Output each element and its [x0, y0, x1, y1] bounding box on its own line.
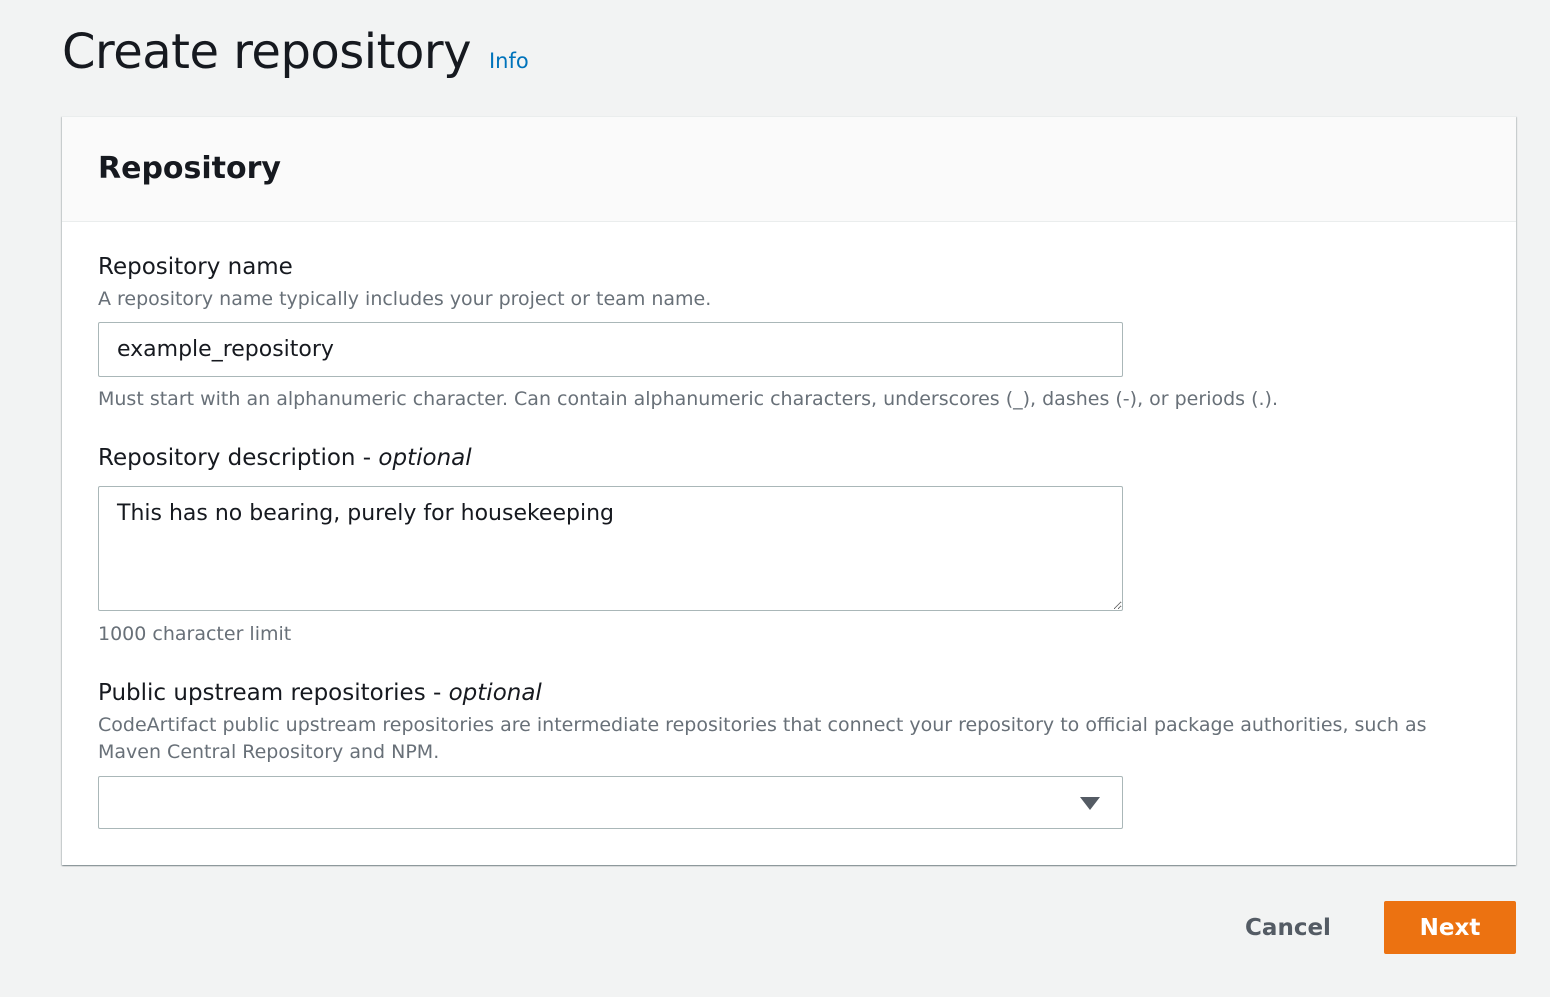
- upstream-label: Public upstream repositories - optional: [98, 678, 542, 708]
- repository-panel: Repository Repository name A repository …: [62, 116, 1516, 865]
- repo-name-constraint: Must start with an alphanumeric characte…: [98, 388, 1278, 410]
- cancel-button[interactable]: Cancel: [1226, 901, 1350, 954]
- page-title: Create repository: [62, 24, 471, 80]
- upstream-optional: optional: [448, 680, 542, 706]
- next-button[interactable]: Next: [1384, 901, 1516, 954]
- upstream-label-text: Public upstream repositories -: [98, 680, 449, 706]
- panel-title: Repository: [98, 151, 281, 186]
- repo-description-label-text: Repository description -: [98, 445, 379, 471]
- upstream-description: CodeArtifact public upstream repositorie…: [98, 714, 1427, 763]
- repo-description-optional: optional: [378, 445, 472, 471]
- repo-description-constraint: 1000 character limit: [98, 623, 292, 645]
- panel-header: Repository: [62, 117, 1516, 222]
- repo-description-label: Repository description - optional: [98, 443, 472, 473]
- upstream-select[interactable]: [98, 776, 1123, 829]
- repo-name-label: Repository name: [98, 254, 293, 280]
- repo-name-input[interactable]: [98, 322, 1123, 377]
- repo-name-description: A repository name typically includes you…: [98, 288, 712, 310]
- caret-down-icon: [1080, 797, 1100, 810]
- page-header: Create repository Info: [62, 22, 529, 86]
- repo-description-textarea[interactable]: This has no bearing, purely for housekee…: [98, 486, 1123, 611]
- info-link[interactable]: Info: [489, 49, 529, 73]
